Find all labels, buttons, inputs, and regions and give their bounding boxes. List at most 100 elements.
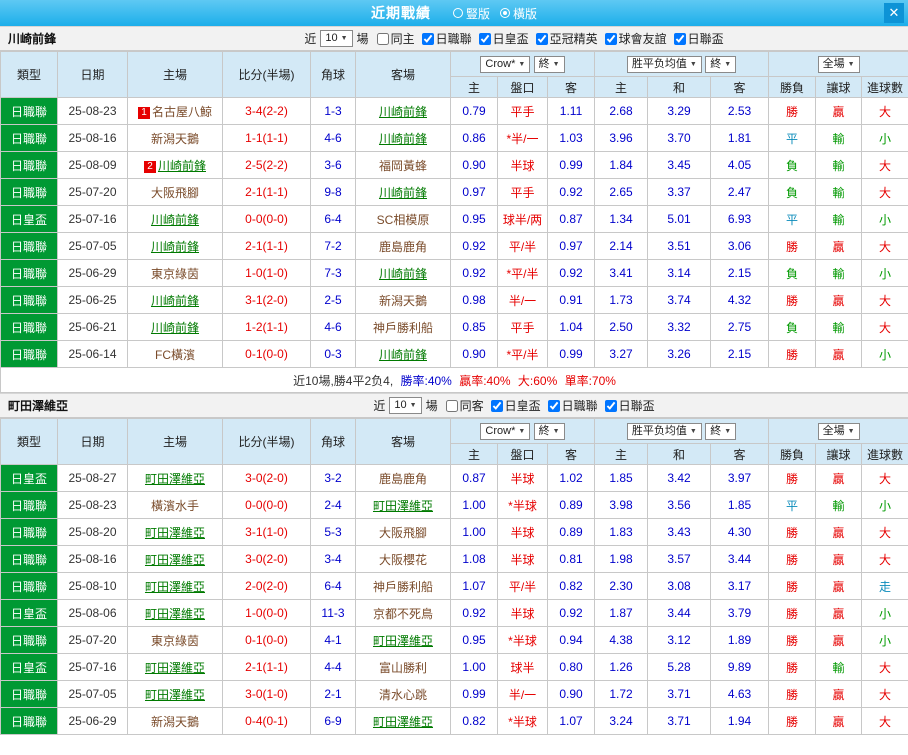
score-cell: 0-0(0-0)	[222, 205, 311, 233]
asian-away-odds: 0.99	[546, 340, 596, 368]
home-team-link[interactable]: 町田澤維亞	[145, 661, 205, 675]
subcol-asian-home: 主	[450, 443, 498, 465]
match-row: 日職聯 25-06-29 東京綠茵 1-0(1-0) 7-3 川崎前鋒 0.92 *平/半 0.…	[0, 259, 908, 287]
close-icon[interactable]: ✕	[884, 3, 904, 23]
radio-horizontal-layout[interactable]: 橫版	[500, 5, 537, 22]
checkbox-label: 同主	[390, 32, 415, 46]
away-team-link[interactable]: 清水心跳	[379, 688, 427, 702]
home-team-link[interactable]: 名古屋八鯨	[152, 105, 212, 119]
result-goals-cell: 大	[861, 151, 908, 179]
odds-final-dropdown[interactable]: 終 ▼	[533, 422, 565, 440]
filter-checkbox[interactable]: 球會友誼	[604, 30, 667, 47]
away-team-link[interactable]: 大阪飛腳	[379, 526, 427, 540]
col-home-header: 主場	[127, 51, 223, 98]
home-team-link[interactable]: 橫濱水手	[151, 499, 199, 513]
result-handicap-cell: 贏	[815, 286, 863, 314]
euro-mean-dropdown[interactable]: 胜平负均值 ▼	[626, 55, 702, 73]
filter-checkbox[interactable]: 日皇盃	[490, 397, 541, 414]
home-team-link[interactable]: 東京綠茵	[151, 267, 199, 281]
corner-cell: 11-3	[310, 599, 356, 627]
col-type-header: 類型	[0, 51, 58, 98]
home-team-link[interactable]: 町田澤維亞	[145, 526, 205, 540]
filter-checkbox[interactable]: 同客	[445, 397, 484, 414]
asian-away-odds: 1.03	[546, 124, 596, 152]
checkbox-input[interactable]	[604, 399, 617, 412]
home-team-link[interactable]: 東京綠茵	[151, 634, 199, 648]
odds-company-dropdown[interactable]: Crow* ▼	[480, 55, 531, 73]
away-team-link[interactable]: 川崎前鋒	[379, 105, 427, 119]
away-team-link[interactable]: 神戶勝利船	[373, 321, 433, 335]
away-team-link[interactable]: 町田澤維亞	[373, 499, 433, 513]
match-row: 日皇盃 25-08-27 町田澤維亞 3-0(2-0) 3-2 鹿島鹿角 0.87 半球 1.0…	[0, 464, 908, 492]
away-team-link[interactable]: 鹿島鹿角	[379, 472, 427, 486]
asian-away-odds: 0.97	[546, 232, 596, 260]
filter-checkbox[interactable]: 日職聯	[547, 397, 598, 414]
corner-cell: 6-4	[310, 572, 356, 600]
odds-company-dropdown[interactable]: Crow* ▼	[480, 422, 531, 440]
radio-vertical-layout[interactable]: 豎版	[452, 5, 490, 22]
fulltime-dropdown[interactable]: 全場 ▼	[817, 55, 860, 73]
checkbox-input[interactable]	[421, 32, 434, 45]
checkbox-input[interactable]	[478, 32, 491, 45]
away-team-link[interactable]: 京都不死鳥	[373, 607, 433, 621]
checkbox-input[interactable]	[547, 399, 560, 412]
odds-final-dropdown[interactable]: 終 ▼	[533, 55, 565, 73]
home-team-link[interactable]: 新潟天鵝	[151, 715, 199, 729]
home-team-link[interactable]: 川崎前鋒	[158, 159, 206, 173]
filter-checkbox[interactable]: 同主	[376, 30, 415, 47]
away-team-link[interactable]: SC相模原	[377, 213, 430, 227]
home-team-link[interactable]: 新潟天鵝	[151, 132, 199, 146]
away-team-link[interactable]: 富山勝利	[379, 661, 427, 675]
recent-count-dropdown[interactable]: 10 ▼	[320, 30, 353, 47]
checkbox-input[interactable]	[535, 32, 548, 45]
filter-checkbox[interactable]: 日職聯	[421, 30, 472, 47]
away-team-link[interactable]: 町田澤維亞	[373, 715, 433, 729]
corner-cell: 9-8	[310, 178, 356, 206]
filter-checkbox[interactable]: 亞冠精英	[535, 30, 598, 47]
away-team-link[interactable]: 町田澤維亞	[373, 634, 433, 648]
home-team-link[interactable]: 町田澤維亞	[145, 580, 205, 594]
home-team-cell: 橫濱水手	[127, 491, 223, 519]
home-team-link[interactable]: 町田澤維亞	[145, 607, 205, 621]
euro-final-dropdown[interactable]: 終 ▼	[705, 422, 737, 440]
home-team-link[interactable]: 川崎前鋒	[151, 213, 199, 227]
checkbox-input[interactable]	[673, 32, 686, 45]
checkbox-input[interactable]	[445, 399, 458, 412]
checkbox-input[interactable]	[376, 32, 389, 45]
match-date-cell: 25-06-29	[57, 259, 128, 287]
away-team-link[interactable]: 川崎前鋒	[379, 267, 427, 281]
euro-mean-value: 胜平负均值	[631, 57, 687, 70]
match-date-cell: 25-07-20	[57, 626, 128, 654]
filter-checkbox[interactable]: 日聯盃	[604, 397, 655, 414]
home-team-link[interactable]: 川崎前鋒	[151, 321, 199, 335]
away-team-link[interactable]: 神戶勝利船	[373, 580, 433, 594]
filter-checkbox[interactable]: 日皇盃	[478, 30, 529, 47]
home-team-link[interactable]: 町田澤維亞	[145, 553, 205, 567]
result-wdl-cell: 勝	[768, 545, 817, 573]
home-team-link[interactable]: 川崎前鋒	[151, 294, 199, 308]
away-team-link[interactable]: 川崎前鋒	[379, 186, 427, 200]
home-team-link[interactable]: 川崎前鋒	[151, 240, 199, 254]
corner-cell: 4-4	[310, 653, 356, 681]
away-team-link[interactable]: 鹿島鹿角	[379, 240, 427, 254]
subcol-euro-draw: 和	[647, 76, 712, 98]
away-team-link[interactable]: 川崎前鋒	[379, 348, 427, 362]
filter-checkbox[interactable]: 日聯盃	[673, 30, 724, 47]
away-team-link[interactable]: 新潟天鵝	[379, 294, 427, 308]
fulltime-dropdown[interactable]: 全場 ▼	[817, 422, 860, 440]
asian-away-odds: 0.89	[546, 491, 596, 519]
away-team-link[interactable]: 大阪櫻花	[379, 553, 427, 567]
chevron-down-icon: ▼	[689, 60, 697, 68]
checkbox-input[interactable]	[490, 399, 503, 412]
away-team-cell: 川崎前鋒	[355, 340, 451, 368]
away-team-link[interactable]: 福岡黃蜂	[379, 159, 427, 173]
home-team-link[interactable]: FC橫濱	[155, 348, 195, 362]
recent-count-dropdown[interactable]: 10 ▼	[389, 397, 422, 414]
euro-final-dropdown[interactable]: 終 ▼	[705, 55, 737, 73]
home-team-link[interactable]: 大阪飛腳	[151, 186, 199, 200]
home-team-link[interactable]: 町田澤維亞	[145, 688, 205, 702]
away-team-link[interactable]: 川崎前鋒	[379, 132, 427, 146]
home-team-link[interactable]: 町田澤維亞	[145, 472, 205, 486]
euro-mean-dropdown[interactable]: 胜平负均值 ▼	[626, 422, 702, 440]
checkbox-input[interactable]	[604, 32, 617, 45]
